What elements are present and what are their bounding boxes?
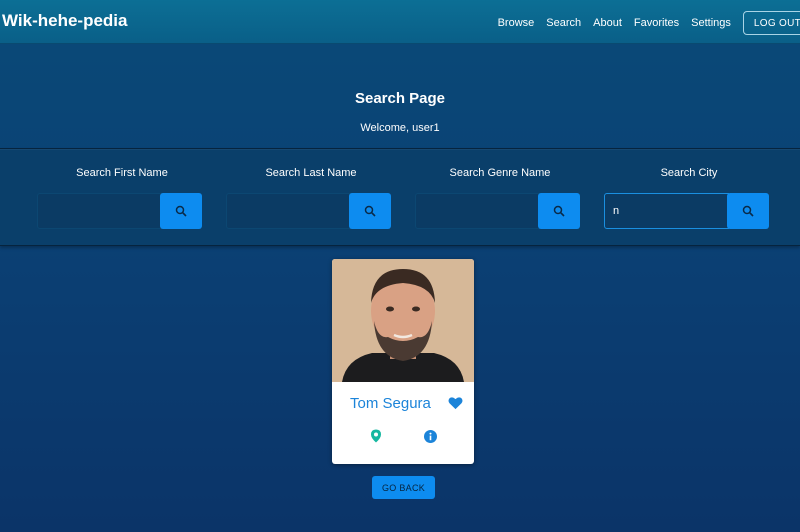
search-last-name-group: Search Last Name [226,149,396,247]
comedian-name[interactable]: Tom Segura [350,395,431,412]
search-genre-name-label: Search Genre Name [449,167,551,179]
welcome-text: Welcome, user1 [360,122,440,134]
nav-links: Browse Search About Favorites Settings L… [498,10,800,36]
brand-logo[interactable]: Wik-hehe-pedia [2,11,127,31]
search-genre-name-button[interactable] [538,193,580,229]
info-icon[interactable] [424,430,437,443]
page-header: Search Page Welcome, user1 [0,44,800,148]
search-city-input[interactable] [604,193,729,229]
search-icon [364,205,376,217]
portrait-image [332,259,474,382]
navbar: Wik-hehe-pedia Browse Search About Favor… [0,0,800,44]
search-city-group: Search City [604,149,774,247]
search-first-name-group: Search First Name [37,149,207,247]
nav-about[interactable]: About [593,17,622,29]
search-icon [175,205,187,217]
search-first-name-label: Search First Name [76,167,168,179]
nav-search[interactable]: Search [546,17,581,29]
heart-icon[interactable] [448,396,463,410]
search-first-name-input[interactable] [37,193,162,229]
go-back-button[interactable]: GO BACK [372,476,435,499]
search-icon [553,205,565,217]
search-last-name-button[interactable] [349,193,391,229]
nav-browse[interactable]: Browse [498,17,535,29]
search-last-name-label: Search Last Name [265,167,357,179]
search-genre-name-input[interactable] [415,193,540,229]
search-panel: Search First Name Search Last Name Searc… [0,148,800,246]
nav-favorites[interactable]: Favorites [634,17,679,29]
map-pin-icon[interactable] [370,429,382,443]
page-title: Search Page [354,90,446,107]
search-genre-name-group: Search Genre Name [415,149,585,247]
comedian-card[interactable]: Tom Segura [332,259,474,464]
search-last-name-input[interactable] [226,193,351,229]
search-city-button[interactable] [727,193,769,229]
logout-button[interactable]: LOG OUT [742,11,800,35]
nav-settings[interactable]: Settings [691,17,731,29]
search-city-label: Search City [660,167,718,179]
search-first-name-button[interactable] [160,193,202,229]
comedian-photo[interactable] [332,259,474,382]
search-icon [742,205,754,217]
